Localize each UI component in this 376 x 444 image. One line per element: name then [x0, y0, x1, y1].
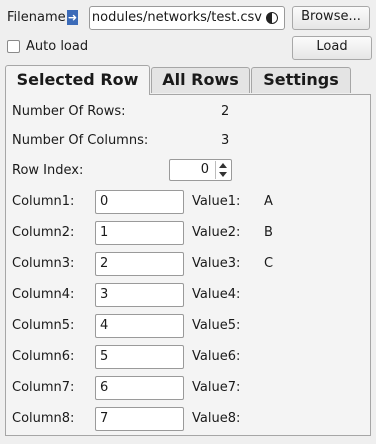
- value-label: Value6:: [192, 349, 241, 364]
- column-label: Column3:: [12, 256, 75, 271]
- column-input[interactable]: 1: [95, 221, 184, 245]
- column-label: Column1:: [12, 194, 75, 209]
- yin-yang-icon[interactable]: [266, 12, 278, 24]
- row-index-label: Row Index:: [12, 163, 84, 178]
- filename-label: Filename:: [7, 10, 71, 25]
- value-text: B: [264, 225, 273, 240]
- filename-value[interactable]: nodules/networks/test.csv: [92, 10, 262, 25]
- column-row-6: Column6: 5 Value6:: [0, 345, 376, 369]
- value-text: C: [264, 256, 274, 271]
- rows-count-label: Number Of Rows:: [12, 104, 126, 119]
- column-label: Column6:: [12, 349, 75, 364]
- column-row-4: Column4: 3 Value4:: [0, 283, 376, 307]
- value-label: Value1:: [192, 194, 241, 209]
- columns-count-value: 3: [221, 133, 230, 148]
- load-button[interactable]: Load: [292, 36, 372, 60]
- column-input[interactable]: 6: [95, 376, 184, 400]
- filename-arrow-icon: ➜: [67, 10, 78, 25]
- column-input[interactable]: 7: [95, 407, 184, 431]
- spin-arrows[interactable]: [215, 161, 230, 179]
- filename-combo[interactable]: nodules/networks/test.csv: [89, 6, 285, 30]
- value-label: Value8:: [192, 411, 241, 426]
- column-input[interactable]: 3: [95, 283, 184, 307]
- value-label: Value2:: [192, 225, 241, 240]
- row-index-value[interactable]: 0: [201, 162, 209, 177]
- row-index-spinbox[interactable]: 0: [169, 159, 232, 181]
- column-label: Column2:: [12, 225, 75, 240]
- value-text: A: [264, 194, 273, 209]
- column-row-7: Column7: 6 Value7:: [0, 376, 376, 400]
- column-input[interactable]: 0: [95, 190, 184, 214]
- tab-selected-row[interactable]: Selected Row: [5, 65, 150, 95]
- column-row-1: Column1: 0 Value1: A: [0, 190, 376, 214]
- browse-button[interactable]: Browse...: [292, 6, 370, 30]
- column-row-3: Column3: 2 Value3: C: [0, 252, 376, 276]
- column-row-2: Column2: 1 Value2: B: [0, 221, 376, 245]
- column-label: Column7:: [12, 380, 75, 395]
- column-input[interactable]: 2: [95, 252, 184, 276]
- column-row-5: Column5: 4 Value5:: [0, 314, 376, 338]
- value-label: Value5:: [192, 318, 241, 333]
- column-input[interactable]: 5: [95, 345, 184, 369]
- columns-count-label: Number Of Columns:: [12, 133, 149, 148]
- column-label: Column4:: [12, 287, 75, 302]
- autoload-label[interactable]: Auto load: [26, 39, 88, 55]
- spin-up-icon[interactable]: [219, 163, 227, 168]
- value-label: Value4:: [192, 287, 241, 302]
- column-row-8: Column8: 7 Value8:: [0, 407, 376, 431]
- column-label: Column8:: [12, 411, 75, 426]
- rows-count-value: 2: [221, 104, 230, 119]
- column-input[interactable]: 4: [95, 314, 184, 338]
- value-label: Value3:: [192, 256, 241, 271]
- tab-all-rows[interactable]: All Rows: [151, 67, 250, 93]
- spin-down-icon[interactable]: [219, 172, 227, 177]
- autoload-checkbox[interactable]: [7, 40, 20, 53]
- value-label: Value7:: [192, 380, 241, 395]
- tab-settings[interactable]: Settings: [251, 67, 351, 93]
- column-label: Column5:: [12, 318, 75, 333]
